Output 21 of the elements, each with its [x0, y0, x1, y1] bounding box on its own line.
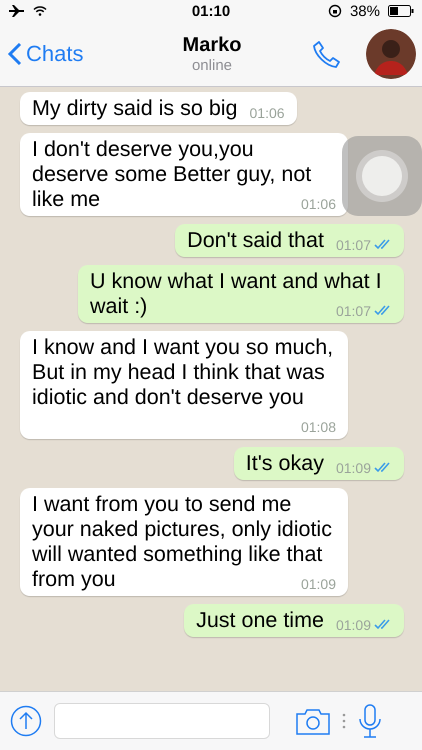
message-time: 01:06 [300, 195, 336, 214]
message-time: 01:07 [336, 236, 371, 255]
outgoing-message: It's okay 01:09 [234, 447, 404, 480]
back-button[interactable]: Chats [8, 41, 128, 67]
message-time: 01:08 [300, 418, 336, 437]
message-time: 01:09 [300, 575, 336, 594]
contact-name: Marko [182, 34, 242, 57]
outgoing-message: U know what I want and what I wait :) 01:07 [78, 265, 404, 323]
incoming-message: I know and I want you so much, But in my head I think that was idiotic and don't deserve you 01:08 [20, 331, 348, 439]
status-time: 01:10 [192, 2, 230, 20]
incoming-message: My dirty said is so big 01:06 [20, 92, 297, 125]
message-time: 01:07 [336, 302, 371, 321]
message-time: 01:09 [336, 459, 371, 478]
message-time: 01:09 [336, 616, 371, 635]
outgoing-message: Don't said that 01:07 [175, 224, 404, 257]
battery-percent: 38% [350, 2, 380, 20]
outgoing-message: Just one time 01:09 [184, 604, 404, 637]
contact-status: online [192, 57, 232, 74]
message-time: 01:06 [250, 104, 285, 123]
incoming-message: I want from you to send me your naked pictures, only idiotic will wanted something like that from you 01:09 [20, 488, 348, 596]
incoming-message: I don't deserve you,you deserve some Better guy, not like me 01:06 [20, 133, 348, 216]
